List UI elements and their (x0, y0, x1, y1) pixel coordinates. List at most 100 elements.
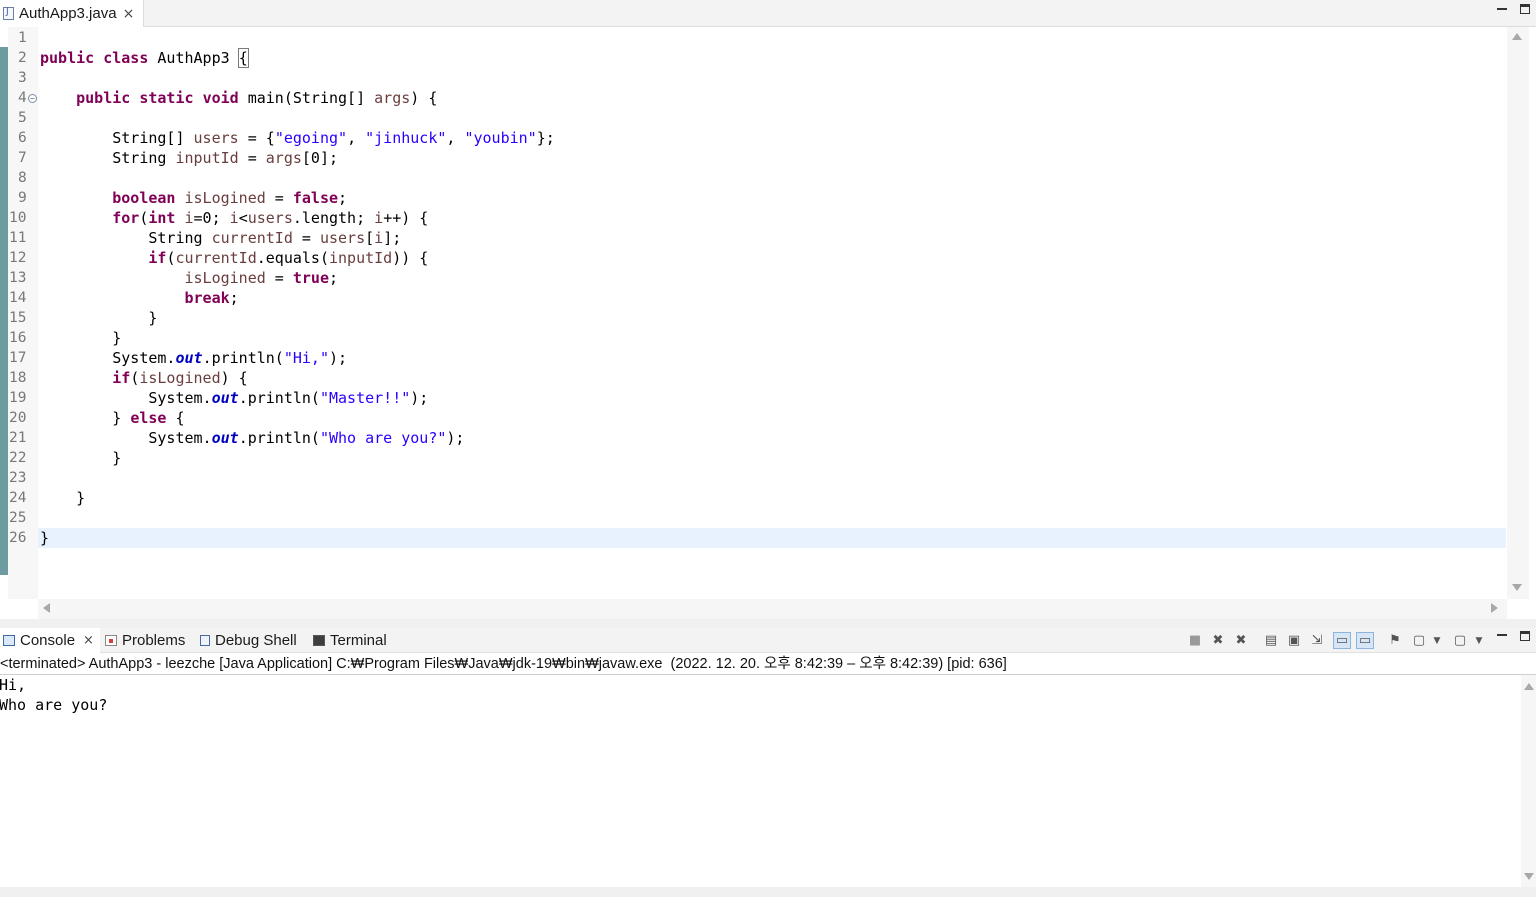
show-on-stderr-icon[interactable]: ▭ (1356, 632, 1374, 649)
code-line[interactable]: public class AuthApp3 { (40, 48, 1506, 68)
code-token: .println( (238, 429, 320, 447)
minimize-icon[interactable] (1497, 634, 1507, 636)
minimize-icon[interactable] (1497, 8, 1507, 10)
code-line[interactable]: break; (40, 288, 1506, 308)
tab-problems[interactable]: Problems (105, 628, 197, 653)
code-token: ); (329, 349, 348, 367)
tab-terminal[interactable]: Terminal (313, 628, 403, 653)
code-token: args (374, 89, 411, 107)
code-line[interactable]: } (40, 448, 1506, 468)
fold-collapse-icon[interactable]: − (28, 94, 37, 103)
code-line[interactable]: } else { (40, 408, 1506, 428)
scroll-lock-icon[interactable]: ▣ (1287, 633, 1301, 648)
word-wrap-icon[interactable]: ⇲ (1310, 633, 1324, 648)
code-token: class (103, 49, 149, 67)
console-vertical-scrollbar[interactable] (1521, 675, 1536, 887)
code-line[interactable]: System.out.println("Master!!"); (40, 388, 1506, 408)
code-token: } (40, 529, 50, 547)
code-line[interactable]: isLogined = true; (40, 268, 1506, 288)
code-token: System. (40, 429, 212, 447)
code-text-area[interactable]: public class AuthApp3 { public static vo… (38, 28, 1506, 548)
pin-console-icon[interactable]: ⚑ (1388, 633, 1402, 648)
scroll-up-icon[interactable] (1512, 33, 1522, 40)
line-number: 2 (18, 50, 27, 66)
code-token: .equals( (256, 249, 329, 267)
scroll-up-icon[interactable] (1524, 683, 1534, 690)
remove-launch-icon[interactable]: ✖ (1211, 633, 1225, 648)
scroll-down-icon[interactable] (1524, 873, 1534, 880)
code-line[interactable]: } (40, 308, 1506, 328)
editor-horizontal-scrollbar[interactable] (38, 599, 1507, 619)
chevron-down-icon[interactable]: ▼ (1432, 634, 1442, 647)
line-number: 18 (9, 370, 27, 386)
tab-debug-shell-label: Debug Shell (215, 632, 297, 649)
maximize-icon[interactable] (1520, 4, 1530, 14)
console-output[interactable]: Hi, Who are you? (0, 675, 1521, 887)
code-token: args (265, 149, 302, 167)
code-token: ); (446, 429, 465, 447)
line-number: 3 (18, 70, 27, 86)
open-console-icon[interactable]: ▢ (1453, 633, 1467, 648)
code-token: true (292, 269, 329, 287)
remove-all-terminated-icon[interactable]: ✖ (1234, 633, 1248, 648)
close-icon[interactable]: × (83, 633, 94, 648)
editor-tab-authapp3[interactable]: AuthApp3.java × (0, 0, 144, 27)
code-token: , (446, 129, 465, 147)
code-line[interactable]: if(currentId.equals(inputId)) { (40, 248, 1506, 268)
terminate-icon[interactable]: ■ (1188, 633, 1202, 648)
code-line[interactable]: } (38, 528, 1506, 548)
code-line[interactable] (40, 508, 1506, 528)
clear-console-icon[interactable]: ▤ (1264, 633, 1278, 648)
tab-problems-label: Problems (122, 632, 186, 649)
line-number: 12 (9, 250, 27, 266)
show-on-stdout-icon[interactable]: ▭ (1333, 632, 1351, 649)
scroll-right-icon[interactable] (1491, 603, 1498, 613)
console-icon (3, 635, 15, 646)
code-editor[interactable]: 1 2 3 4−5 6 7 8 9 10 11 12 13 14 15 16 17 18 19 20 21 22 23 24… (0, 27, 1536, 619)
console-horizontal-scrollbar[interactable] (0, 887, 1536, 897)
line-number: 5 (18, 110, 27, 126)
line-number: 20 (9, 410, 27, 426)
code-token: boolean (112, 189, 176, 207)
maximize-icon[interactable] (1520, 631, 1530, 641)
code-token: int (148, 209, 176, 227)
code-line[interactable]: boolean isLogined = false; (40, 188, 1506, 208)
code-line[interactable] (40, 468, 1506, 488)
code-line[interactable]: if(isLogined) { (40, 368, 1506, 388)
line-number: 14 (9, 290, 27, 306)
display-selected-console-icon[interactable]: ▢ (1412, 633, 1426, 648)
code-line[interactable]: String inputId = args[0]; (40, 148, 1506, 168)
code-line[interactable]: System.out.println("Hi,"); (40, 348, 1506, 368)
code-line[interactable]: String currentId = users[i]; (40, 228, 1506, 248)
editor-vertical-scrollbar[interactable] (1507, 27, 1529, 599)
code-line[interactable]: } (40, 488, 1506, 508)
view-menu-icon[interactable]: ▼ (1474, 634, 1484, 647)
code-line[interactable] (40, 168, 1506, 188)
code-line[interactable] (40, 108, 1506, 128)
line-number: 8 (18, 170, 27, 186)
code-line[interactable] (40, 68, 1506, 88)
code-line[interactable]: } (40, 328, 1506, 348)
code-token: break (184, 289, 230, 307)
scroll-down-icon[interactable] (1512, 584, 1522, 591)
code-token: ; (338, 189, 348, 207)
code-token: out (211, 389, 239, 407)
code-token: } (40, 329, 122, 347)
line-number: 26 (9, 530, 27, 546)
code-line[interactable]: for(int i=0; i<users.length; i++) { (40, 208, 1506, 228)
tab-debug-shell[interactable]: Debug Shell (200, 628, 308, 653)
code-line[interactable]: public static void main(String[] args) { (40, 88, 1506, 108)
code-line[interactable]: String[] users = {"egoing", "jinhuck", "… (40, 128, 1506, 148)
editor-tab-bar: AuthApp3.java × (0, 0, 1536, 27)
code-line[interactable] (40, 28, 1506, 48)
tab-console[interactable]: Console × (0, 628, 100, 653)
line-number: 1 (18, 30, 27, 46)
close-icon[interactable]: × (123, 6, 135, 22)
code-line[interactable]: System.out.println("Who are you?"); (40, 428, 1506, 448)
scroll-left-icon[interactable] (43, 603, 50, 613)
code-token: = (265, 269, 293, 287)
